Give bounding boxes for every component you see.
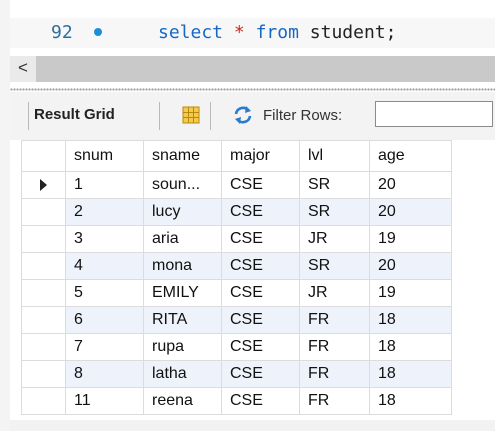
row-marker-header <box>21 140 66 172</box>
table-cell[interactable]: 4 <box>65 252 144 280</box>
column-header-lvl[interactable]: lvl <box>299 140 370 172</box>
horizontal-scrollbar[interactable] <box>10 56 495 82</box>
table-header-row: snum sname major lvl age <box>21 140 452 172</box>
toolbar-separator <box>210 102 211 130</box>
table-cell[interactable]: lucy <box>143 198 222 226</box>
table-row[interactable]: 8 latha CSE FR 18 <box>21 360 452 388</box>
table-cell[interactable]: CSE <box>221 225 300 253</box>
toolbar-separator <box>159 102 160 130</box>
row-marker <box>21 198 66 226</box>
table-cell[interactable]: FR <box>299 360 370 388</box>
table-cell[interactable]: 1 <box>65 171 144 199</box>
table-cell[interactable]: RITA <box>143 306 222 334</box>
row-marker <box>21 252 66 280</box>
table-cell[interactable]: SR <box>299 198 370 226</box>
panel-splitter[interactable] <box>10 88 495 91</box>
table-row[interactable]: 3 aria CSE JR 19 <box>21 225 452 253</box>
row-marker <box>21 360 66 388</box>
filter-rows-input[interactable] <box>375 101 493 127</box>
column-header-major[interactable]: major <box>221 140 300 172</box>
editor-gutter-edge <box>0 0 10 431</box>
line-number: 92 <box>51 22 73 43</box>
table-cell[interactable]: FR <box>299 333 370 361</box>
table-cell[interactable]: JR <box>299 279 370 307</box>
toolbar-separator <box>28 102 29 130</box>
table-cell[interactable]: CSE <box>221 279 300 307</box>
result-grid-table: snum sname major lvl age 1 soun... CSE S… <box>21 140 452 415</box>
column-header-sname[interactable]: sname <box>143 140 222 172</box>
table-cell[interactable]: 2 <box>65 198 144 226</box>
column-header-age[interactable]: age <box>369 140 452 172</box>
row-marker <box>21 225 66 253</box>
table-row[interactable]: 5 EMILY CSE JR 19 <box>21 279 452 307</box>
row-marker <box>21 306 66 334</box>
table-cell[interactable]: aria <box>143 225 222 253</box>
row-marker <box>21 387 66 415</box>
grid-bottom-edge <box>10 420 495 431</box>
table-cell[interactable]: 5 <box>65 279 144 307</box>
sql-statement[interactable]: select * from student; <box>158 22 396 43</box>
table-cell[interactable]: 19 <box>369 279 452 307</box>
table-cell[interactable]: reena <box>143 387 222 415</box>
table-cell[interactable]: 11 <box>65 387 144 415</box>
table-cell[interactable]: CSE <box>221 171 300 199</box>
sql-table-name: student; <box>309 22 397 43</box>
table-cell[interactable]: EMILY <box>143 279 222 307</box>
row-marker <box>21 171 66 199</box>
table-cell[interactable]: FR <box>299 387 370 415</box>
column-header-snum[interactable]: snum <box>65 140 144 172</box>
sql-keyword-from: from <box>255 22 299 43</box>
table-cell[interactable]: mona <box>143 252 222 280</box>
table-cell[interactable]: CSE <box>221 198 300 226</box>
table-cell[interactable]: 18 <box>369 360 452 388</box>
table-cell[interactable]: 19 <box>369 225 452 253</box>
sql-operator: * <box>233 22 245 43</box>
result-grid-tab[interactable]: Result Grid <box>34 106 115 123</box>
table-cell[interactable]: CSE <box>221 387 300 415</box>
table-cell[interactable]: 3 <box>65 225 144 253</box>
table-cell[interactable]: 20 <box>369 198 452 226</box>
current-row-pointer-icon <box>40 178 47 191</box>
statement-marker-icon <box>94 28 102 36</box>
table-cell[interactable]: SR <box>299 171 370 199</box>
row-marker <box>21 333 66 361</box>
table-cell[interactable]: 18 <box>369 333 452 361</box>
table-cell[interactable]: CSE <box>221 360 300 388</box>
table-cell[interactable]: 8 <box>65 360 144 388</box>
table-cell[interactable]: JR <box>299 225 370 253</box>
table-cell[interactable]: rupa <box>143 333 222 361</box>
table-cell[interactable]: FR <box>299 306 370 334</box>
table-row[interactable]: 11 reena CSE FR 18 <box>21 387 452 415</box>
table-cell[interactable]: soun... <box>143 171 222 199</box>
table-cell[interactable]: 18 <box>369 387 452 415</box>
table-cell[interactable]: 20 <box>369 252 452 280</box>
table-cell[interactable]: 7 <box>65 333 144 361</box>
refresh-icon[interactable] <box>232 105 254 125</box>
table-row[interactable]: 6 RITA CSE FR 18 <box>21 306 452 334</box>
table-row[interactable]: 7 rupa CSE FR 18 <box>21 333 452 361</box>
row-marker <box>21 279 66 307</box>
table-cell[interactable]: CSE <box>221 252 300 280</box>
table-row[interactable]: 2 lucy CSE SR 20 <box>21 198 452 226</box>
table-cell[interactable]: 20 <box>369 171 452 199</box>
table-cell[interactable]: 6 <box>65 306 144 334</box>
filter-rows-label: Filter Rows: <box>263 107 343 124</box>
table-row[interactable]: 1 soun... CSE SR 20 <box>21 171 452 199</box>
grid-view-icon[interactable] <box>182 106 200 124</box>
table-cell[interactable]: SR <box>299 252 370 280</box>
table-cell[interactable]: CSE <box>221 306 300 334</box>
table-cell[interactable]: latha <box>143 360 222 388</box>
table-cell[interactable]: 18 <box>369 306 452 334</box>
sql-keyword-select: select <box>158 22 224 43</box>
table-cell[interactable]: CSE <box>221 333 300 361</box>
table-row[interactable]: 4 mona CSE SR 20 <box>21 252 452 280</box>
scroll-left-button[interactable]: < <box>10 56 36 82</box>
